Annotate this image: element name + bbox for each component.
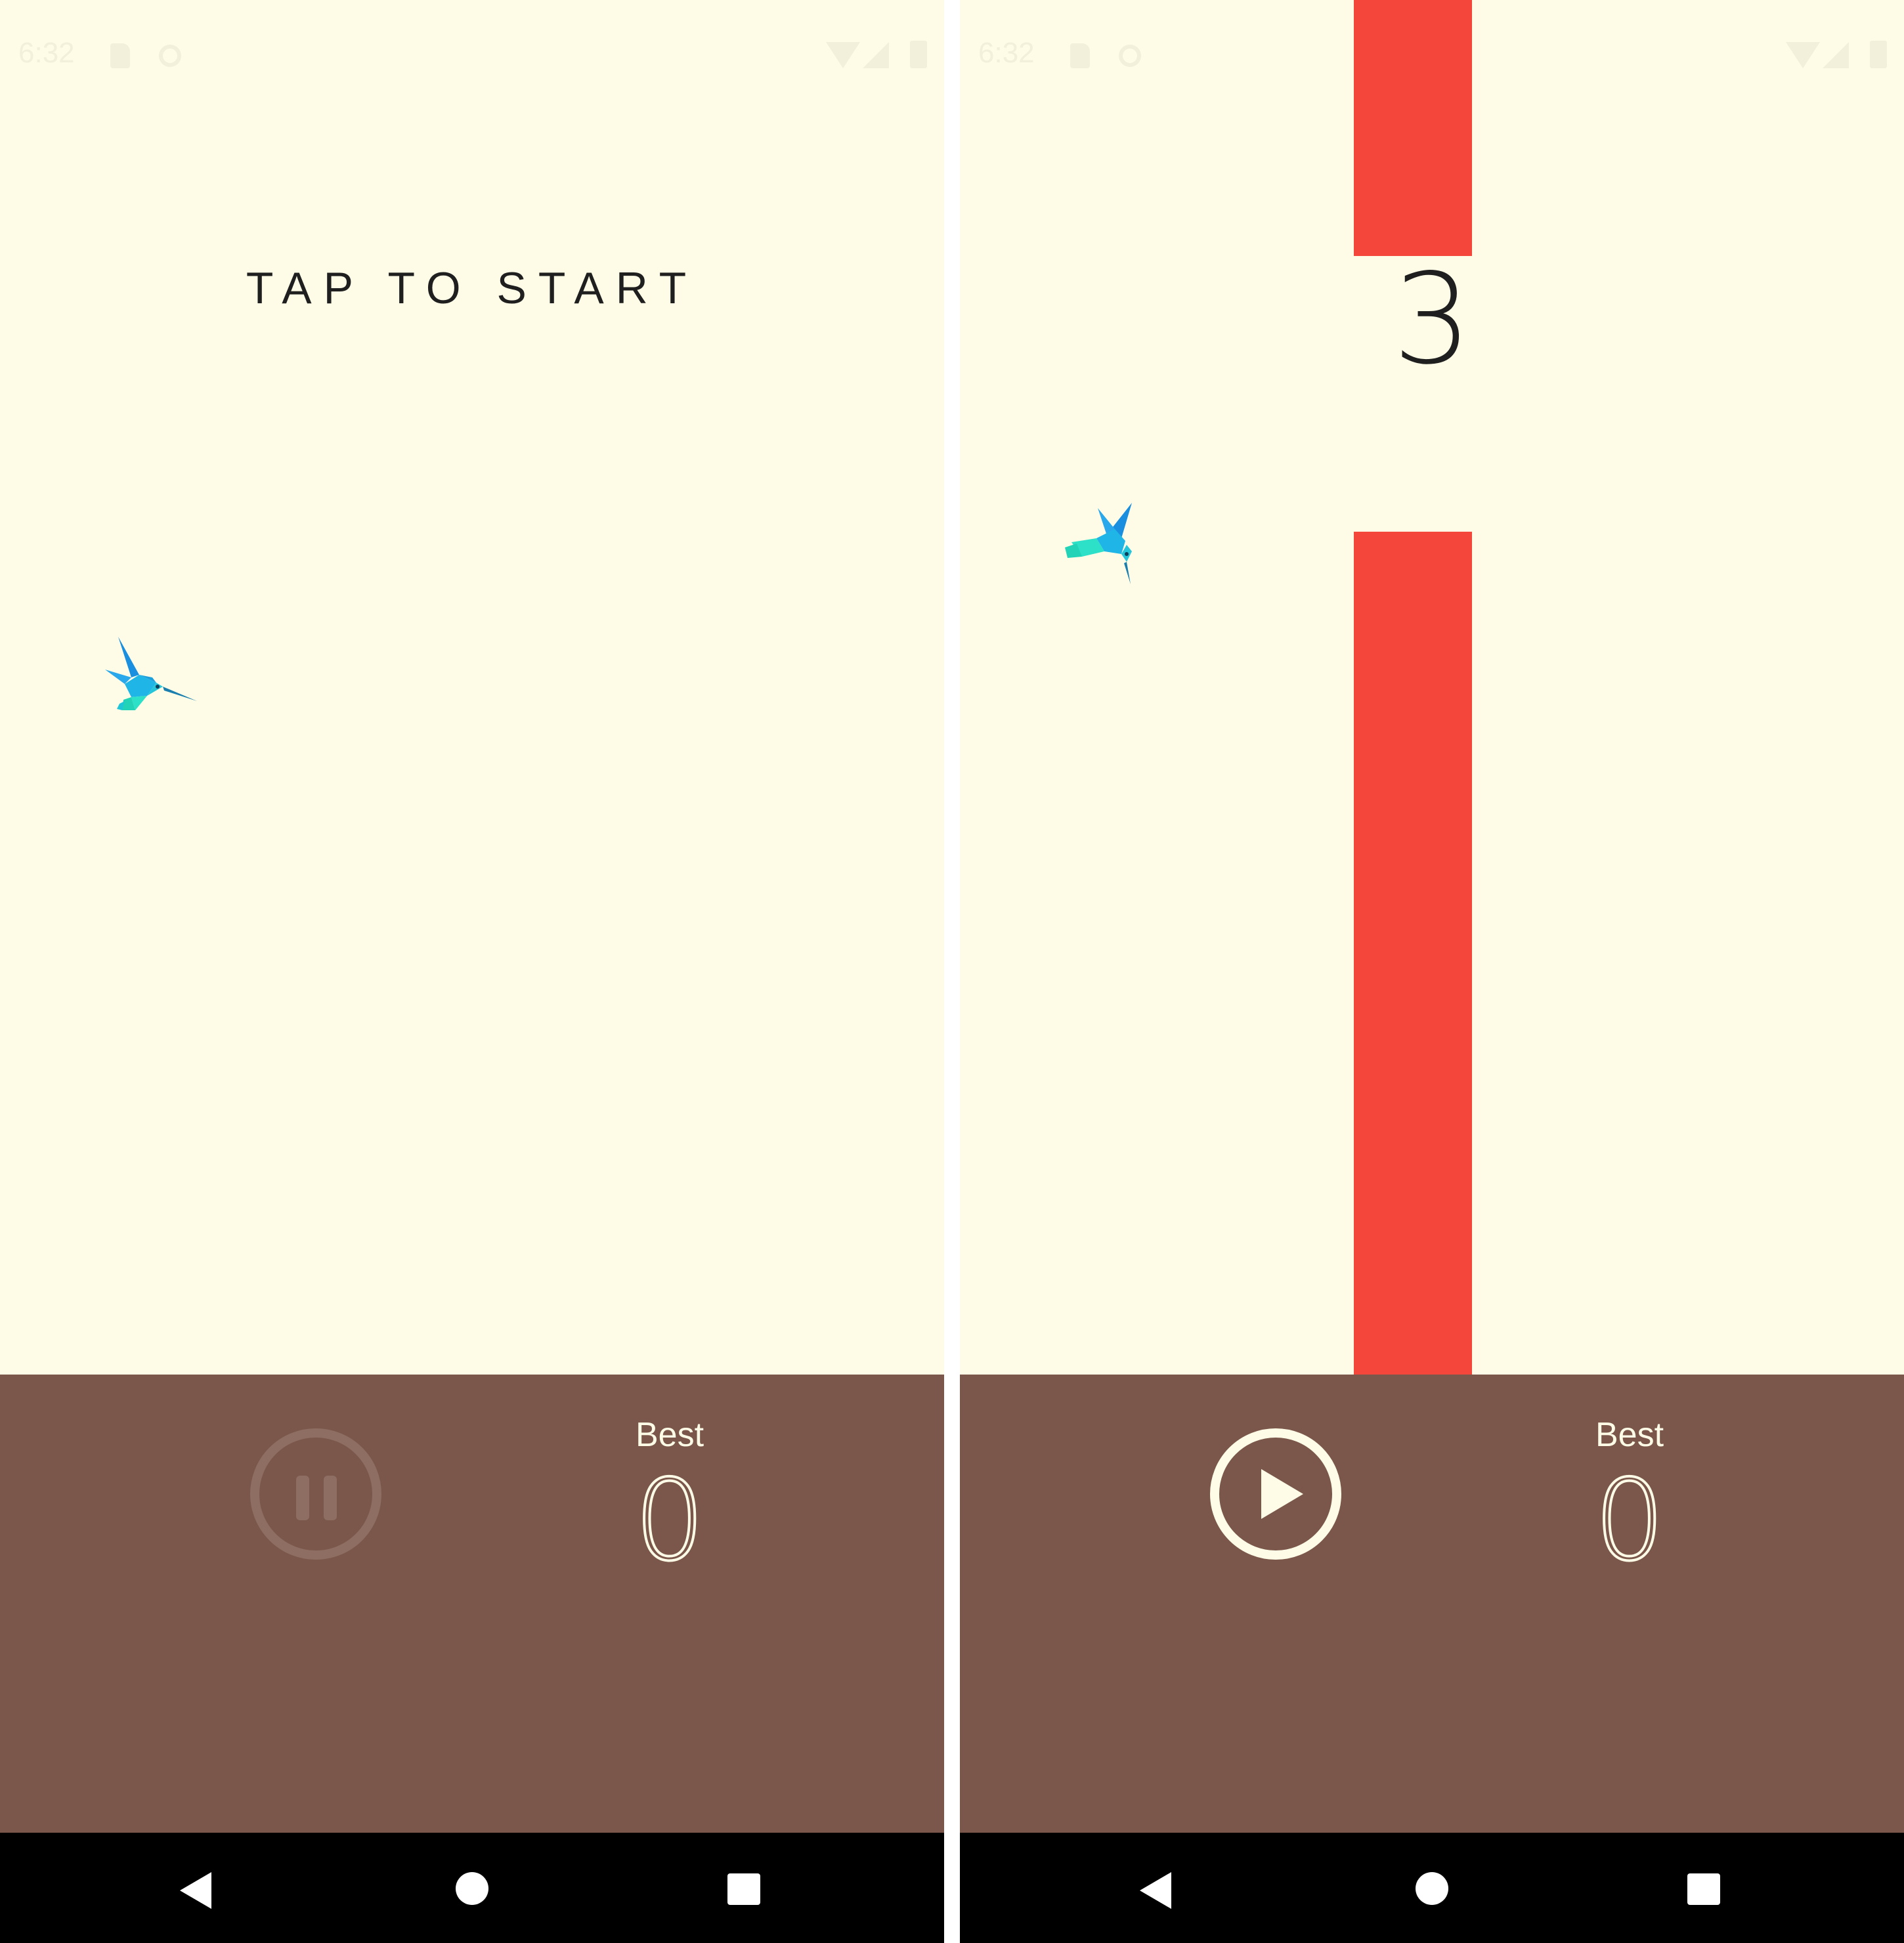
sd-card-icon [1070, 43, 1090, 68]
back-icon[interactable] [1140, 1872, 1171, 1909]
hummingbird-icon [105, 637, 197, 710]
battery-icon [1870, 41, 1887, 68]
game-area[interactable]: TAP TO START [0, 0, 944, 1375]
game-area[interactable]: 3 [960, 0, 1904, 1375]
best-score: 0 [1593, 1456, 1666, 1586]
play-icon [1261, 1469, 1303, 1519]
pipe-bottom [1354, 532, 1472, 1375]
home-icon[interactable] [1416, 1872, 1448, 1905]
recents-icon[interactable] [1687, 1873, 1720, 1905]
home-icon[interactable] [456, 1872, 488, 1905]
navigation-bar [960, 1833, 1904, 1943]
best-label: Best [1595, 1416, 1664, 1454]
navigation-bar [0, 1833, 944, 1943]
status-time: 6:32 [978, 37, 1035, 69]
status-bar: 6:32 [960, 0, 1904, 112]
pause-icon [296, 1476, 309, 1520]
sync-icon [1119, 45, 1141, 67]
wifi-icon [1786, 42, 1820, 68]
signal-icon [1823, 42, 1849, 68]
game-screen-playing[interactable]: 3 6:32 Best 0 [960, 0, 1904, 1943]
game-screen-start[interactable]: 6:32 TAP TO START Best 0 [0, 0, 944, 1943]
best-score: 0 [633, 1456, 706, 1586]
tap-to-start-prompt: TAP TO START [246, 263, 699, 313]
back-icon[interactable] [180, 1872, 211, 1909]
play-button[interactable] [1210, 1428, 1341, 1560]
pause-button[interactable] [250, 1428, 381, 1560]
ground-panel: Best 0 [960, 1375, 1904, 1833]
hummingbird-icon [1065, 503, 1132, 584]
best-label: Best [635, 1416, 704, 1454]
current-score: 3 [1393, 247, 1472, 392]
recents-icon[interactable] [727, 1873, 760, 1905]
ground-panel: Best 0 [0, 1375, 944, 1833]
